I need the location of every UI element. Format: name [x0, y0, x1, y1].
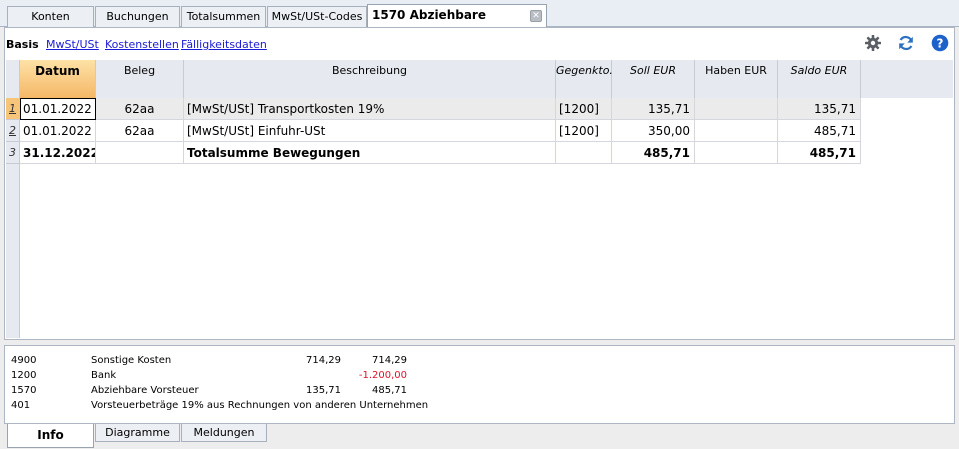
- view-mwst-ust[interactable]: MwSt/USt: [46, 38, 99, 51]
- tab-info[interactable]: Info: [7, 424, 94, 448]
- column-header-gegenkto[interactable]: Gegenkto.: [556, 60, 613, 98]
- tab-konten[interactable]: Konten: [7, 6, 94, 27]
- cell-beschreibung[interactable]: [MwSt/USt] Transportkosten 19%: [184, 98, 556, 120]
- bottom-tab-bar: Info Diagramme Meldungen: [0, 424, 959, 449]
- row-number[interactable]: 2: [6, 120, 20, 142]
- help-icon[interactable]: ?: [931, 34, 949, 52]
- svg-text:?: ?: [937, 36, 944, 50]
- total-row[interactable]: 3 31.12.2022 Totalsumme Bewegungen 485,7…: [6, 142, 861, 164]
- cell-saldo[interactable]: 485,71: [778, 142, 861, 164]
- info-panel: 4900 Sonstige Kosten 714,29 714,29 1200 …: [4, 345, 955, 424]
- view-kostenstellen[interactable]: Kostenstellen: [105, 38, 179, 51]
- info-account: 401: [11, 400, 31, 411]
- tab-buchungen[interactable]: Buchungen: [95, 6, 180, 27]
- cell-beschreibung[interactable]: Totalsumme Bewegungen: [184, 142, 556, 164]
- cell-beschreibung[interactable]: [MwSt/USt] Einfuhr-USt: [184, 120, 556, 142]
- cell-gegenkto[interactable]: [1200]: [556, 120, 612, 142]
- info-account: 1570: [11, 385, 37, 396]
- info-row: 401 Vorsteuerbeträge 19% aus Rechnungen …: [5, 398, 954, 413]
- column-header-beschreibung[interactable]: Beschreibung: [184, 60, 556, 98]
- info-row: 4900 Sonstige Kosten 714,29 714,29: [5, 353, 954, 368]
- main-panel: Basis MwSt/USt Kostenstellen Fälligkeits…: [4, 27, 955, 340]
- column-header-soll[interactable]: Soll EUR: [612, 60, 695, 98]
- cell-datum[interactable]: 31.12.2022: [20, 142, 96, 164]
- close-icon[interactable]: ✕: [530, 10, 542, 22]
- tab-konto-1570[interactable]: 1570 Abziehbare Vorsteuer ✕: [367, 4, 547, 43]
- table-row[interactable]: 1 01.01.2022 62aa [MwSt/USt] Transportko…: [6, 98, 861, 120]
- info-account: 1200: [11, 370, 37, 381]
- column-header-datum[interactable]: Datum: [20, 60, 96, 98]
- cell-datum[interactable]: 01.01.2022: [20, 120, 96, 142]
- row-number-header: [6, 60, 20, 98]
- column-header-haben[interactable]: Haben EUR: [695, 60, 778, 98]
- document-tab-bar: Konten Buchungen Totalsummen MwSt/USt-Co…: [0, 0, 959, 43]
- cell-gegenkto[interactable]: [556, 142, 612, 164]
- info-balance: 714,29: [372, 355, 407, 366]
- info-description: Abziehbare Vorsteuer: [91, 385, 199, 396]
- cell-beleg[interactable]: 62aa: [96, 98, 184, 120]
- cell-saldo[interactable]: 135,71: [778, 98, 861, 120]
- cell-haben[interactable]: [695, 142, 778, 164]
- info-balance: 485,71: [372, 385, 407, 396]
- view-basis[interactable]: Basis: [6, 38, 39, 51]
- cell-soll[interactable]: 485,71: [612, 142, 695, 164]
- tab-diagramme[interactable]: Diagramme: [95, 424, 180, 442]
- tab-meldungen[interactable]: Meldungen: [181, 424, 267, 442]
- cell-datum[interactable]: 01.01.2022: [20, 98, 96, 120]
- cell-soll[interactable]: 350,00: [612, 120, 695, 142]
- cell-beleg[interactable]: 62aa: [96, 120, 184, 142]
- table-row[interactable]: 2 01.01.2022 62aa [MwSt/USt] Einfuhr-USt…: [6, 120, 861, 142]
- info-description: Vorsteuerbeträge 19% aus Rechnungen von …: [91, 400, 429, 411]
- column-header-beleg[interactable]: Beleg: [96, 60, 184, 98]
- header-filler: [861, 60, 953, 98]
- info-balance: -1.200,00: [358, 370, 407, 381]
- cell-saldo[interactable]: 485,71: [778, 120, 861, 142]
- info-amount: 714,29: [306, 355, 341, 366]
- view-faelligkeitsdaten[interactable]: Fälligkeitsdaten: [181, 38, 267, 51]
- info-description: Sonstige Kosten: [91, 355, 172, 366]
- column-header-saldo[interactable]: Saldo EUR: [778, 60, 861, 98]
- gear-icon[interactable]: [864, 34, 882, 52]
- refresh-icon[interactable]: [897, 34, 915, 52]
- info-amount: 135,71: [306, 385, 341, 396]
- view-selector: Basis MwSt/USt Kostenstellen Fälligkeits…: [5, 28, 954, 59]
- info-description: Bank: [91, 370, 117, 381]
- cell-haben[interactable]: [695, 98, 778, 120]
- info-row: 1570 Abziehbare Vorsteuer 135,71 485,71: [5, 383, 954, 398]
- row-number[interactable]: 3: [6, 142, 20, 164]
- row-number[interactable]: 1: [6, 98, 20, 120]
- cell-haben[interactable]: [695, 120, 778, 142]
- cell-soll[interactable]: 135,71: [612, 98, 695, 120]
- tab-mwst-ust-codes[interactable]: MwSt/USt-Codes: [267, 6, 367, 27]
- tab-totalsummen[interactable]: Totalsummen: [181, 6, 266, 27]
- cell-gegenkto[interactable]: [1200]: [556, 98, 612, 120]
- info-row: 1200 Bank -1.200,00: [5, 368, 954, 383]
- transactions-table: Datum Beleg Beschreibung Gegenkto. Soll …: [6, 60, 953, 338]
- info-account: 4900: [11, 355, 37, 366]
- cell-beleg[interactable]: [96, 142, 184, 164]
